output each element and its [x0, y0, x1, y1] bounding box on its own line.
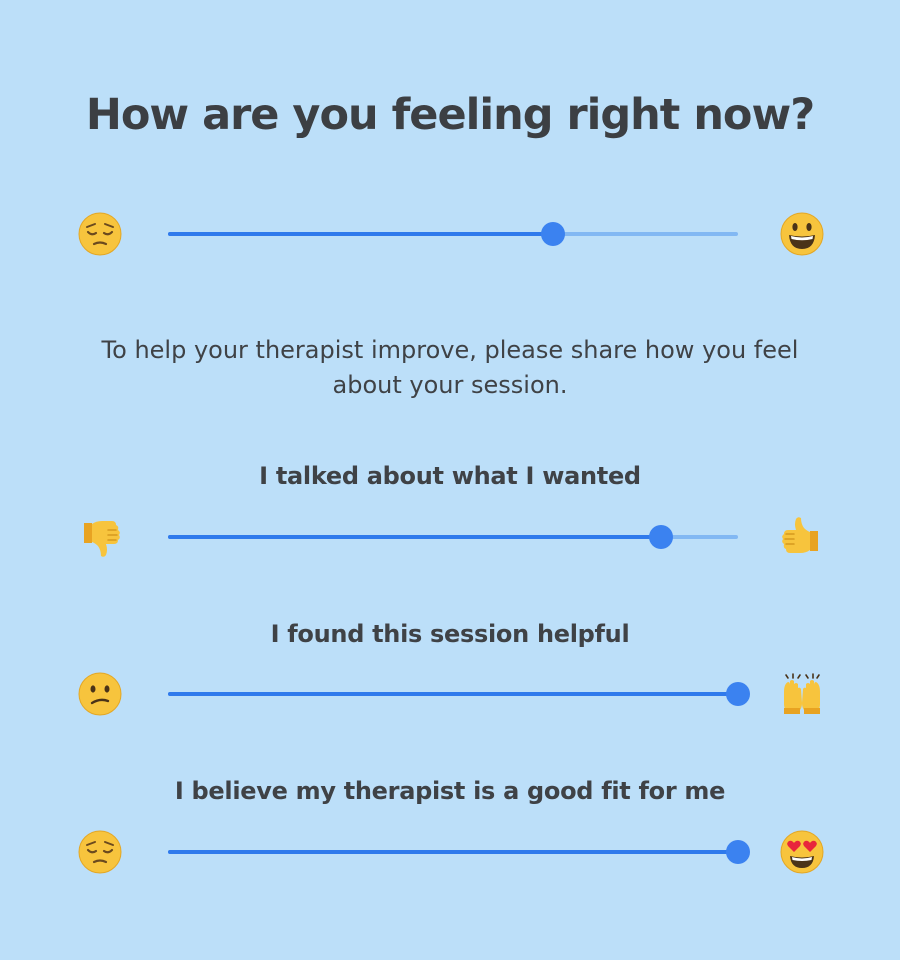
mood-slider-fill — [168, 232, 553, 236]
mood-slider-thumb[interactable] — [540, 222, 565, 246]
question-slider-fill — [168, 850, 738, 854]
question-slider-helpful — [0, 664, 900, 724]
thumbs-up-emoji-icon — [780, 515, 824, 559]
mood-slider — [0, 204, 900, 264]
question-slider-thumb[interactable] — [726, 840, 750, 864]
raising-hands-emoji-icon — [780, 672, 824, 716]
thumbs-down-emoji-icon — [78, 515, 122, 559]
grinning-face-emoji-icon — [780, 212, 824, 256]
question-slider-fill — [168, 692, 738, 696]
question-slider-track[interactable] — [168, 682, 750, 706]
question-slider-track[interactable] — [168, 840, 750, 864]
pensive-face-emoji-icon — [78, 212, 122, 256]
question-label: I found this session helpful — [270, 620, 630, 648]
intro-text: To help your therapist improve, please s… — [101, 336, 799, 399]
page-title: How are you feeling right now? — [85, 90, 815, 140]
mood-slider-track[interactable] — [168, 222, 738, 246]
heart-eyes-face-emoji-icon — [780, 830, 824, 874]
question-slider-track[interactable] — [168, 525, 738, 549]
question-slider-fill — [168, 535, 662, 539]
pensive-face-emoji-icon — [78, 830, 122, 874]
question-slider-thumb[interactable] — [649, 525, 674, 549]
question-slider-thumb[interactable] — [726, 682, 750, 706]
question-label: I believe my therapist is a good fit for… — [174, 777, 726, 805]
question-label: I talked about what I wanted — [259, 462, 641, 490]
question-slider-talked — [0, 507, 900, 567]
question-slider-good-fit — [0, 822, 900, 882]
confused-face-emoji-icon — [78, 672, 122, 716]
